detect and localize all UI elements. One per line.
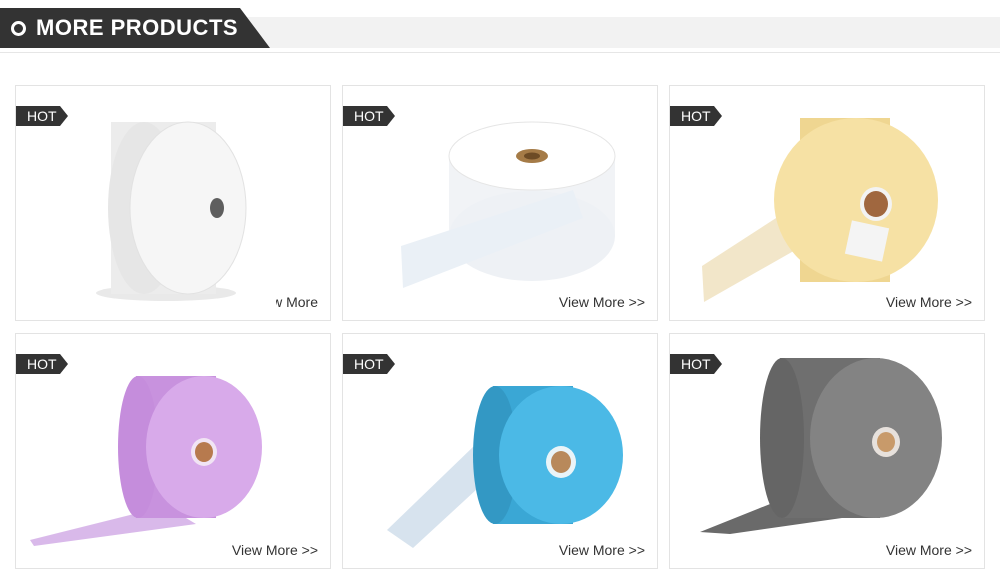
hot-badge: HOT [670,106,722,126]
circle-bullet-icon [11,21,26,36]
view-more-link[interactable]: View More >> [558,542,645,558]
product-card-2[interactable]: HOT View More >> [342,85,658,321]
product-card-3[interactable]: HOT View More >> [669,85,985,321]
product-card-5[interactable]: HOT View More >> [342,333,658,569]
view-more-link[interactable]: View More >> [885,294,972,310]
hot-badge: HOT [670,354,722,374]
hot-badge: HOT [16,106,68,126]
product-card-4[interactable]: HOT View More >> [15,333,331,569]
view-more-link[interactable]: View More >> [276,294,318,310]
product-card-1[interactable]: HOT View More >> [15,85,331,321]
hot-badge: HOT [16,354,68,374]
product-card-6[interactable]: HOT View More >> [669,333,985,569]
header-divider [0,52,1000,53]
view-more-link[interactable]: View More >> [231,542,318,558]
hot-badge: HOT [343,354,395,374]
view-more-link[interactable]: View More >> [558,294,645,310]
hot-badge: HOT [343,106,395,126]
section-title: MORE PRODUCTS [36,15,239,40]
view-more-link[interactable]: View More >> [885,542,972,558]
